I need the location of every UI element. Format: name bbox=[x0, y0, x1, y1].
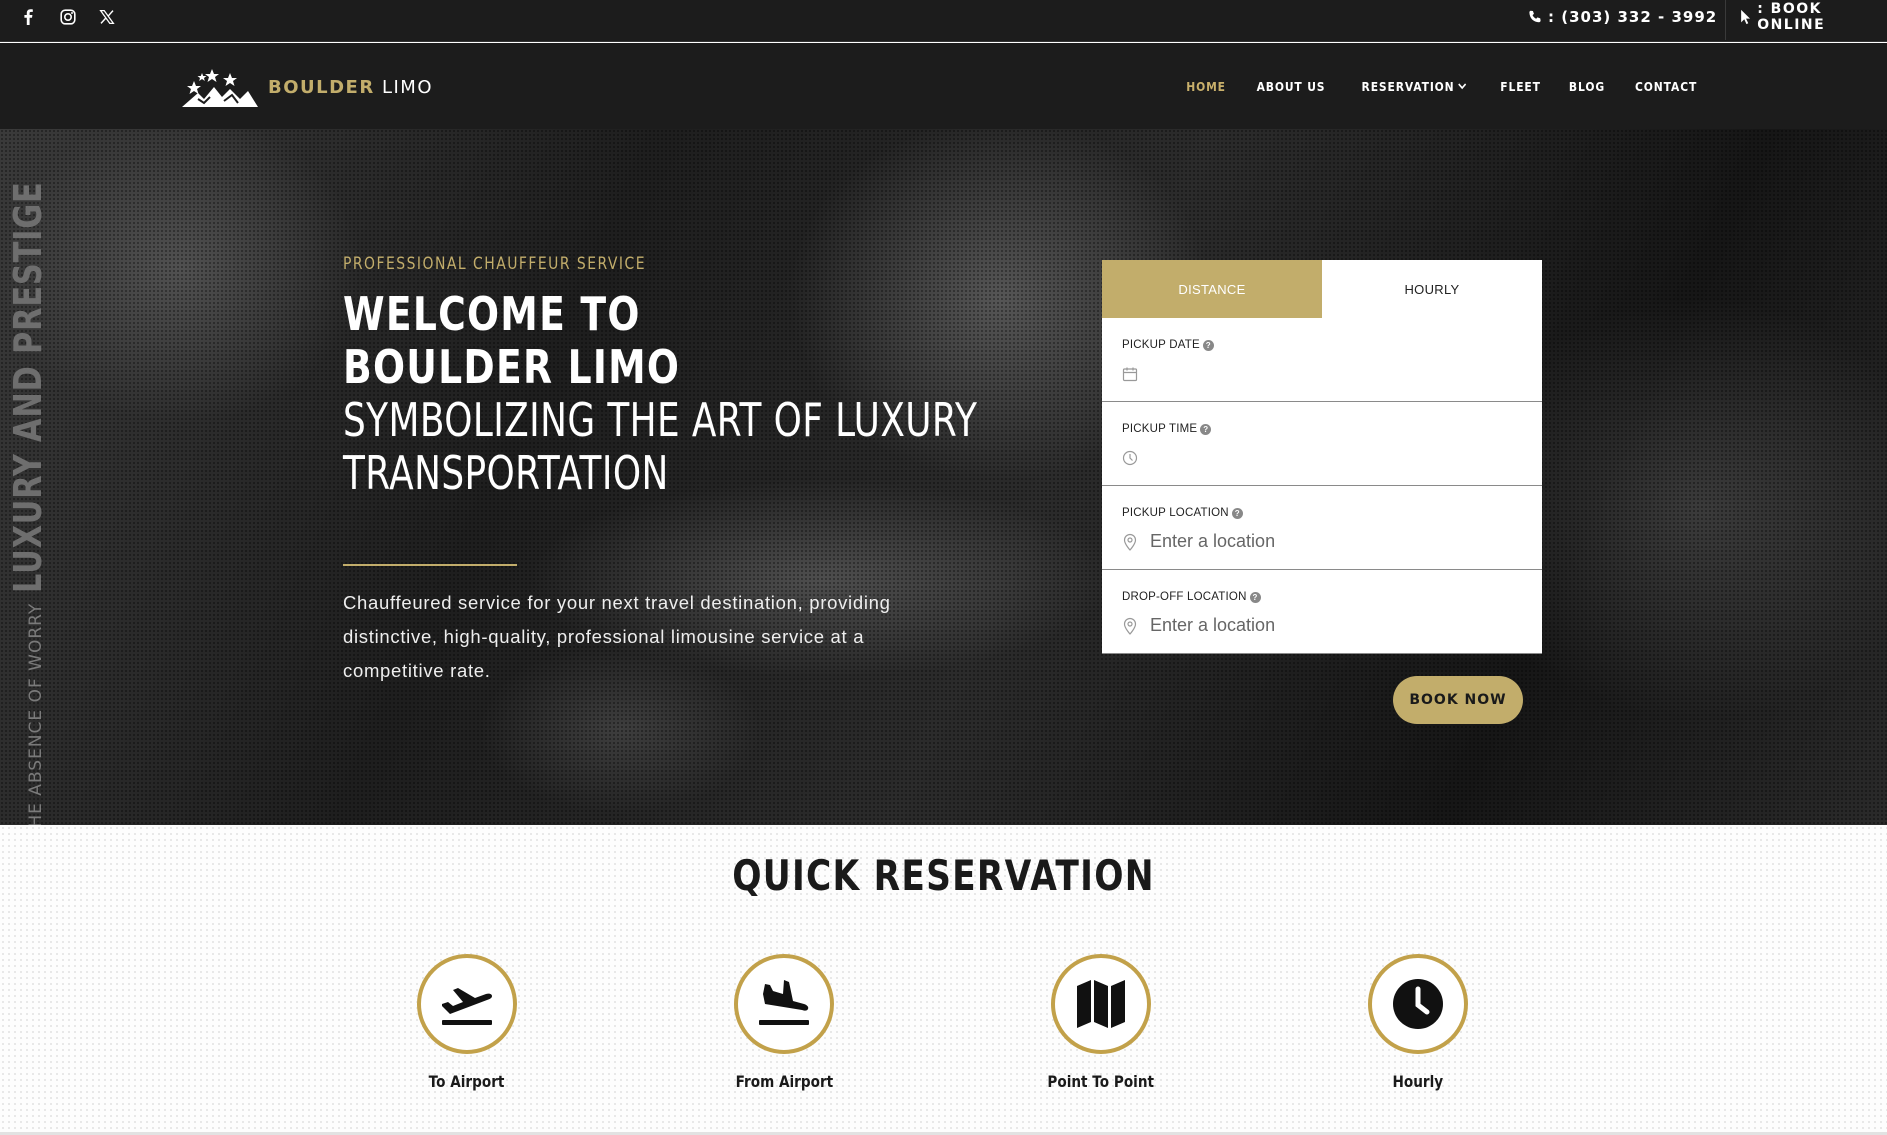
quick-item-icon-ring bbox=[1051, 954, 1151, 1054]
vertical-tagline: THE ABSENCE OF WORRY LUXURY AND PRESTIGE bbox=[6, 129, 50, 825]
pickup-location-field[interactable]: PICKUP LOCATION ? bbox=[1102, 486, 1542, 570]
hero-content: PROFESSIONAL CHAUFFEUR SERVICE WELCOME T… bbox=[343, 254, 978, 688]
map-pin-icon bbox=[1123, 617, 1137, 635]
quick-item-hourly[interactable]: Hourly bbox=[1318, 954, 1518, 1091]
pickup-time-label-row: PICKUP TIME ? bbox=[1122, 423, 1522, 435]
quick-item-icon-ring bbox=[1368, 954, 1468, 1054]
quick-reservation-title: QUICK RESERVATION bbox=[732, 851, 1155, 900]
quick-item-point-to-point[interactable]: Point To Point bbox=[1001, 954, 1201, 1091]
pickup-time-field[interactable]: PICKUP TIME ? bbox=[1102, 402, 1542, 486]
quick-item-from-airport[interactable]: From Airport bbox=[684, 954, 884, 1091]
dropoff-location-input[interactable] bbox=[1150, 615, 1490, 636]
help-icon[interactable]: ? bbox=[1249, 591, 1261, 603]
plane-departure-icon bbox=[442, 988, 492, 1025]
nav-reservation[interactable]: RESERVATION bbox=[1361, 79, 1466, 94]
pickup-date-label-row: PICKUP DATE ? bbox=[1122, 339, 1522, 351]
nav-blog[interactable]: BLOG bbox=[1569, 79, 1605, 94]
quick-item-to-airport[interactable]: To Airport bbox=[367, 954, 567, 1091]
calendar-icon bbox=[1122, 367, 1138, 381]
clock-icon bbox=[1122, 450, 1138, 465]
quick-item-label: To Airport bbox=[429, 1072, 505, 1091]
brand-name: BOULDER LIMO bbox=[268, 77, 433, 98]
x-twitter-icon[interactable] bbox=[99, 0, 115, 34]
quick-item-icon-ring bbox=[417, 954, 517, 1054]
dropoff-location-label-row: DROP-OFF LOCATION ? bbox=[1122, 591, 1522, 603]
phone-icon bbox=[1529, 10, 1541, 23]
logo[interactable]: BOULDER LIMO bbox=[180, 61, 433, 113]
help-icon[interactable]: ? bbox=[1200, 423, 1212, 435]
dropoff-location-label: DROP-OFF LOCATION bbox=[1122, 591, 1247, 603]
booking-form: DISTANCE HOURLY PICKUP DATE ? PICKUP TIM… bbox=[1102, 260, 1542, 654]
map-pin-icon bbox=[1123, 533, 1137, 551]
clock-icon bbox=[1393, 979, 1443, 1029]
hero-divider bbox=[343, 564, 517, 566]
hero-subtitle-line2: TRANSPORTATION bbox=[343, 446, 669, 500]
primary-nav: HOME ABOUT US RESERVATION FLEET BLOG CON… bbox=[1183, 43, 1702, 129]
nav-contact[interactable]: CONTACT bbox=[1635, 79, 1697, 94]
dropoff-location-field[interactable]: DROP-OFF LOCATION ? bbox=[1102, 570, 1542, 654]
instagram-icon[interactable] bbox=[60, 0, 76, 34]
top-bar: : (303) 332 - 3992 : BOOK ONLINE bbox=[0, 0, 1887, 42]
pickup-location-label: PICKUP LOCATION bbox=[1122, 507, 1229, 519]
nav-fleet[interactable]: FLEET bbox=[1500, 79, 1541, 94]
tab-hourly[interactable]: HOURLY bbox=[1322, 260, 1542, 318]
plane-arrival-icon bbox=[759, 980, 809, 1025]
dropoff-location-row bbox=[1122, 615, 1522, 636]
booking-tabs: DISTANCE HOURLY bbox=[1102, 260, 1542, 318]
hero-subtitle-line1: SYMBOLIZING THE ART OF LUXURY bbox=[343, 393, 978, 447]
nav-home[interactable]: HOME bbox=[1186, 79, 1226, 94]
phone-number[interactable]: : (303) 332 - 3992 bbox=[1528, 0, 1717, 34]
book-online-text: : BOOK ONLINE bbox=[1757, 1, 1826, 33]
quick-item-icon-ring bbox=[734, 954, 834, 1054]
chevron-down-icon bbox=[1457, 83, 1466, 90]
logo-stars-mountain-icon bbox=[182, 69, 258, 107]
quick-item-label: Point To Point bbox=[1047, 1072, 1155, 1091]
brand-light: LIMO bbox=[381, 76, 433, 98]
nav-reservation-label: RESERVATION bbox=[1361, 78, 1455, 94]
hero-eyebrow: PROFESSIONAL CHAUFFEUR SERVICE bbox=[343, 254, 647, 274]
pickup-time-row bbox=[1122, 447, 1522, 468]
pickup-date-row bbox=[1122, 363, 1522, 384]
pickup-time-input[interactable] bbox=[1150, 447, 1490, 468]
pickup-date-label: PICKUP DATE bbox=[1122, 339, 1200, 351]
pickup-location-row bbox=[1122, 531, 1522, 552]
vertical-tagline-small: THE ABSENCE OF WORRY bbox=[26, 602, 46, 825]
cursor-icon bbox=[1741, 9, 1751, 25]
vertical-tagline-big: LUXURY AND PRESTIGE bbox=[6, 181, 50, 593]
hero-title-line2: BOULDER LIMO bbox=[343, 340, 681, 394]
main-navbar: BOULDER LIMO HOME ABOUT US RESERVATION F… bbox=[0, 43, 1887, 129]
pickup-date-input[interactable] bbox=[1150, 363, 1490, 384]
pickup-location-label-row: PICKUP LOCATION ? bbox=[1122, 507, 1522, 519]
map-icon bbox=[1077, 980, 1125, 1028]
quick-item-label: From Airport bbox=[735, 1072, 833, 1091]
quick-reservation-section: QUICK RESERVATION To Airport From Airpor… bbox=[0, 825, 1887, 1135]
quick-item-label: Hourly bbox=[1392, 1072, 1444, 1091]
hero-title-line1: WELCOME TO bbox=[343, 287, 641, 341]
pickup-date-field[interactable]: PICKUP DATE ? bbox=[1102, 318, 1542, 402]
facebook-icon[interactable] bbox=[22, 0, 34, 34]
help-icon[interactable]: ? bbox=[1231, 507, 1243, 519]
hero-section: THE ABSENCE OF WORRY LUXURY AND PRESTIGE… bbox=[0, 129, 1887, 825]
nav-about-us[interactable]: ABOUT US bbox=[1256, 79, 1325, 94]
help-icon[interactable]: ? bbox=[1202, 339, 1214, 351]
topbar-divider bbox=[1725, 0, 1726, 40]
book-online-link[interactable]: : BOOK ONLINE bbox=[1740, 0, 1887, 34]
book-now-button[interactable]: BOOK NOW bbox=[1393, 676, 1523, 724]
pickup-time-label: PICKUP TIME bbox=[1122, 423, 1198, 435]
tab-distance[interactable]: DISTANCE bbox=[1102, 260, 1322, 318]
brand-bold: BOULDER bbox=[268, 76, 375, 98]
hero-description: Chauffeured service for your next travel… bbox=[343, 592, 891, 681]
phone-text: : (303) 332 - 3992 bbox=[1548, 8, 1718, 26]
pickup-location-input[interactable] bbox=[1150, 531, 1490, 552]
